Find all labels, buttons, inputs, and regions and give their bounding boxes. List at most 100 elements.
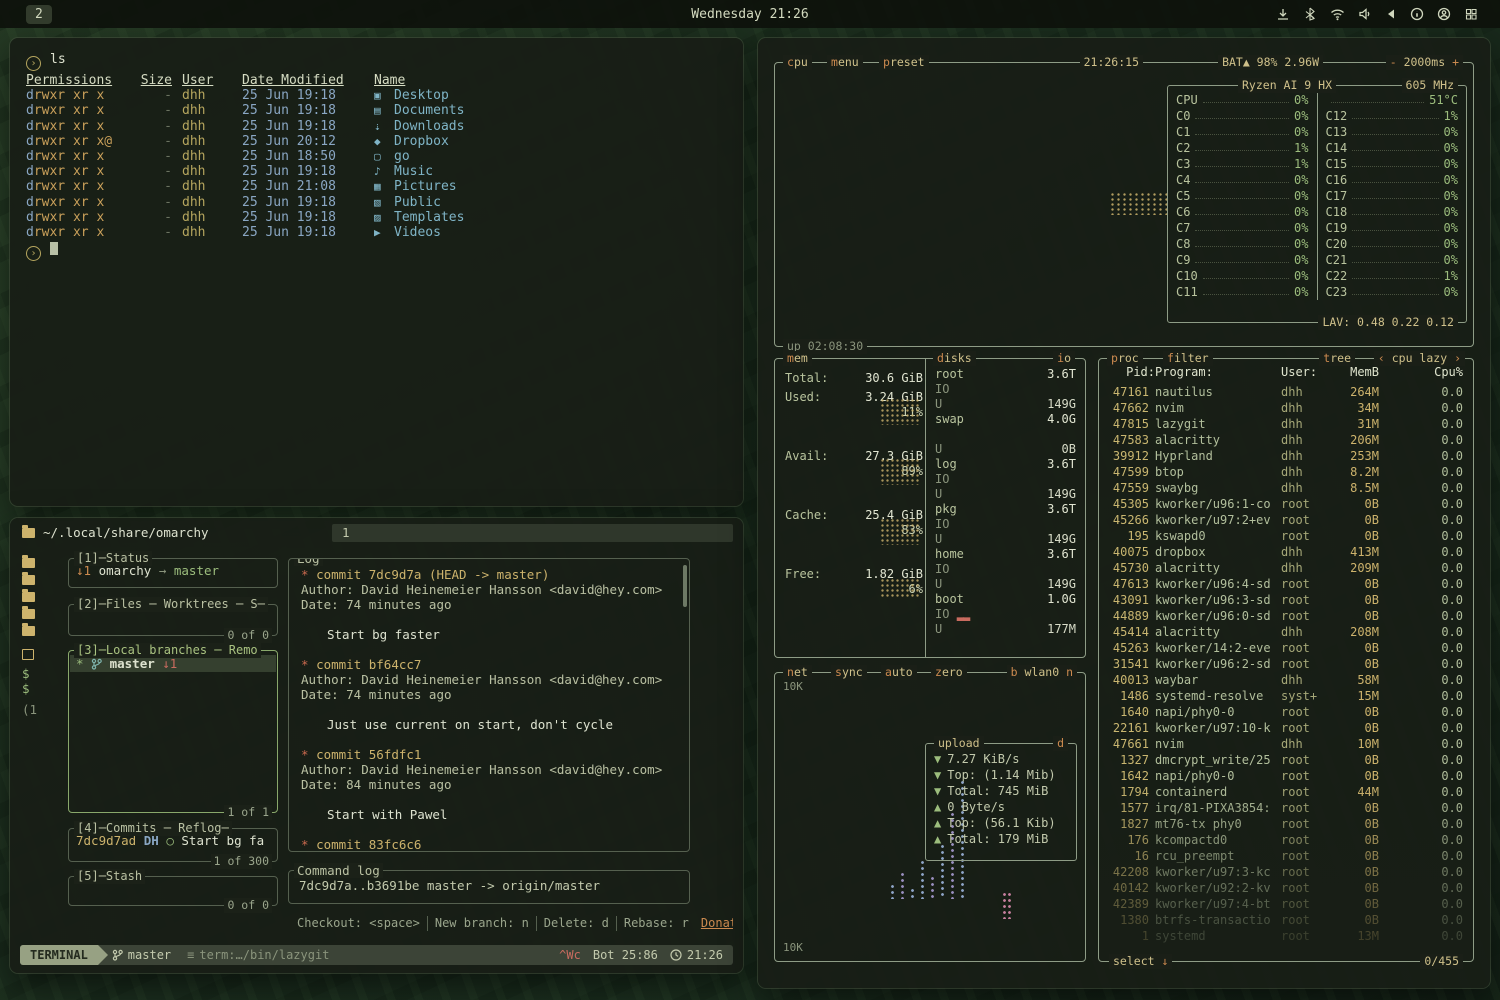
user-header[interactable]: User: [1281,365,1327,380]
branches-panel[interactable]: [3]─Local branches ─ Remo * master ↓1 1 … [68,650,278,813]
process-row[interactable]: 1642 napi/phy0-0 root 0B 0.0 [1100,769,1472,785]
process-row[interactable]: 47662 nvim dhh 34M 0.0 [1100,401,1472,417]
process-row[interactable]: 1486 systemd-resolve syst+ 15M 0.0 [1100,689,1472,705]
count-text: (1 [22,702,37,717]
donate-link[interactable]: Donate [696,916,733,931]
process-pid: 1 [1109,929,1155,945]
process-row[interactable]: 45730 alacritty dhh 209M 0.0 [1100,561,1472,577]
core-name: C6 [1176,205,1190,220]
wifi-icon[interactable] [1330,7,1345,21]
process-cpu: 0.0 [1379,833,1463,849]
process-row[interactable]: 40013 waybar dhh 58M 0.0 [1100,673,1472,689]
process-row[interactable]: 195 kswapd0 root 0B 0.0 [1100,529,1472,545]
tree-button[interactable]: tree [1319,351,1355,366]
auto-button[interactable]: auto [881,665,917,680]
process-pid: 31541 [1109,657,1155,673]
core-load: 0% [1294,205,1308,220]
process-row[interactable]: 1327 dmcrypt_write/25 root 0B 0.0 [1100,753,1472,769]
process-user: root [1281,801,1327,817]
process-row[interactable]: 40075 dropbox dhh 413M 0.0 [1100,545,1472,561]
preset-button[interactable]: preset [879,55,929,70]
tab-label[interactable]: 1 [342,525,350,540]
zero-button[interactable]: zero [931,665,967,680]
process-row[interactable]: 42208 kworker/u97:3-kc root 0B 0.0 [1100,865,1472,881]
process-pid: 42389 [1109,897,1155,913]
terminal-window[interactable]: ›ls Permissions Size User Date Modified … [10,38,743,506]
command-log-panel[interactable]: Command log 7dc9d7a..b3691be master -> o… [288,870,690,904]
command-text: ls [50,52,66,67]
owner: dhh [182,149,232,164]
process-row[interactable]: 47599 btop dhh 8.2M 0.0 [1100,465,1472,481]
keybinding[interactable]: Checkout: <space> [290,916,427,931]
process-row[interactable]: 45305 kworker/u96:1-co root 0B 0.0 [1100,497,1472,513]
process-row[interactable]: 40142 kworker/u92:2-kv root 0B 0.0 [1100,881,1472,897]
process-user: root [1281,609,1327,625]
process-user: root [1281,577,1327,593]
core-name: C19 [1326,221,1348,236]
net-stats-key[interactable]: d [1053,736,1068,751]
pid-header[interactable]: Pid: [1109,365,1155,380]
tab-bar[interactable]: 1 [332,524,733,542]
stash-panel[interactable]: [5]─Stash 0 of 0 [68,876,278,906]
bluetooth-icon[interactable] [1303,7,1317,21]
folder-icon: ▦ [374,179,387,194]
process-row[interactable]: 45414 alacritty dhh 208M 0.0 [1100,625,1472,641]
keybinding[interactable]: Delete: d [536,916,616,931]
process-row[interactable]: 47661 nvim dhh 10M 0.0 [1100,737,1472,753]
user-icon[interactable] [1437,7,1451,21]
process-row[interactable]: 47815 lazygit dhh 31M 0.0 [1100,417,1472,433]
commits-panel[interactable]: [4]─Commits ─ Reflog─ 7dc9d7ad DH ○ Star… [68,828,278,862]
lazygit-window[interactable]: ~/.local/share/omarchy 1 $$ (1 [1]─Statu… [10,518,743,973]
volume-icon[interactable] [1358,7,1372,21]
process-row[interactable]: 47559 swaybg dhh 8.5M 0.0 [1100,481,1472,497]
info-icon[interactable] [1410,7,1424,21]
process-row[interactable]: 43091 kworker/u96:3-sd root 0B 0.0 [1100,593,1472,609]
status-panel[interactable]: [1]─Status ↓1 omarchy → master [68,558,278,588]
triangle-left-icon[interactable] [1385,7,1397,21]
process-row[interactable]: 1 systemd root 13M 0.0 [1100,929,1472,945]
process-row[interactable]: 1827 mt76-tx phy0 root 0B 0.0 [1100,817,1472,833]
core-load: 0% [1444,173,1458,188]
grid-icon[interactable] [1464,7,1478,21]
process-row[interactable]: 16 rcu_preempt root 0B 0.0 [1100,849,1472,865]
scrollbar[interactable] [683,565,687,607]
workspace-indicator[interactable]: 2 [26,5,52,24]
keybinding[interactable]: New branch: n [427,916,536,931]
process-row[interactable]: 22161 kworker/u97:10-k root 0B 0.0 [1100,721,1472,737]
prev-iface-key[interactable]: b [1011,665,1018,679]
cpu-header[interactable]: Cpu% [1379,365,1463,380]
process-row[interactable]: 1794 containerd root 44M 0.0 [1100,785,1472,801]
sort-prev-arrow[interactable]: ‹ [1378,351,1385,365]
process-row[interactable]: 1640 napi/phy0-0 root 0B 0.0 [1100,705,1472,721]
sync-button[interactable]: sync [831,665,867,680]
prompt-line-2[interactable]: › [26,242,727,261]
process-row[interactable]: 45266 kworker/u97:2+ev root 0B 0.0 [1100,513,1472,529]
keybinding[interactable]: Rebase: r [616,916,696,931]
process-row[interactable]: 47161 nautilus dhh 264M 0.0 [1100,385,1472,401]
program-header[interactable]: Program: [1155,365,1281,380]
menu-button[interactable]: menu [827,55,863,70]
process-name: lazygit [1155,417,1281,433]
core-load: 0% [1294,93,1308,108]
interval-increase[interactable]: + [1452,55,1459,69]
files-panel[interactable]: [2]─Files ─ Worktrees ─ S─ 0 of 0 [68,604,278,636]
filter-button[interactable]: filter [1163,351,1213,366]
process-row[interactable]: 47613 kworker/u96:4-sd root 0B 0.0 [1100,577,1472,593]
download-icon[interactable] [1276,7,1290,21]
interval-decrease[interactable]: - [1390,55,1397,69]
log-panel[interactable]: Log * commit 7dc9d7a (HEAD -> master) Au… [288,558,690,852]
process-row[interactable]: 1380 btrfs-transactio root 0B 0.0 [1100,913,1472,929]
process-row[interactable]: 47583 alacritty dhh 206M 0.0 [1100,433,1472,449]
process-row[interactable]: 44889 kworker/u96:0-sd root 0B 0.0 [1100,609,1472,625]
mem-header[interactable]: MemB [1327,365,1379,380]
btop-window[interactable]: cpu menu preset 21:26:15 BAT▲ 98% 2.96W … [758,38,1490,988]
sort-next-arrow[interactable]: › [1454,351,1461,365]
process-row[interactable]: 176 kcompactd0 root 0B 0.0 [1100,833,1472,849]
process-row[interactable]: 45263 kworker/14:2-eve root 0B 0.0 [1100,641,1472,657]
process-row[interactable]: 42389 kworker/u97:4-bt root 0B 0.0 [1100,897,1472,913]
process-row[interactable]: 1577 irq/81-PIXA3854: root 0B 0.0 [1100,801,1472,817]
process-row[interactable]: 31541 kworker/u96:2-sd root 0B 0.0 [1100,657,1472,673]
process-row[interactable]: 39912 Hyprland dhh 253M 0.0 [1100,449,1472,465]
next-iface-key[interactable]: n [1066,665,1073,679]
disk-name: boot [935,592,964,607]
